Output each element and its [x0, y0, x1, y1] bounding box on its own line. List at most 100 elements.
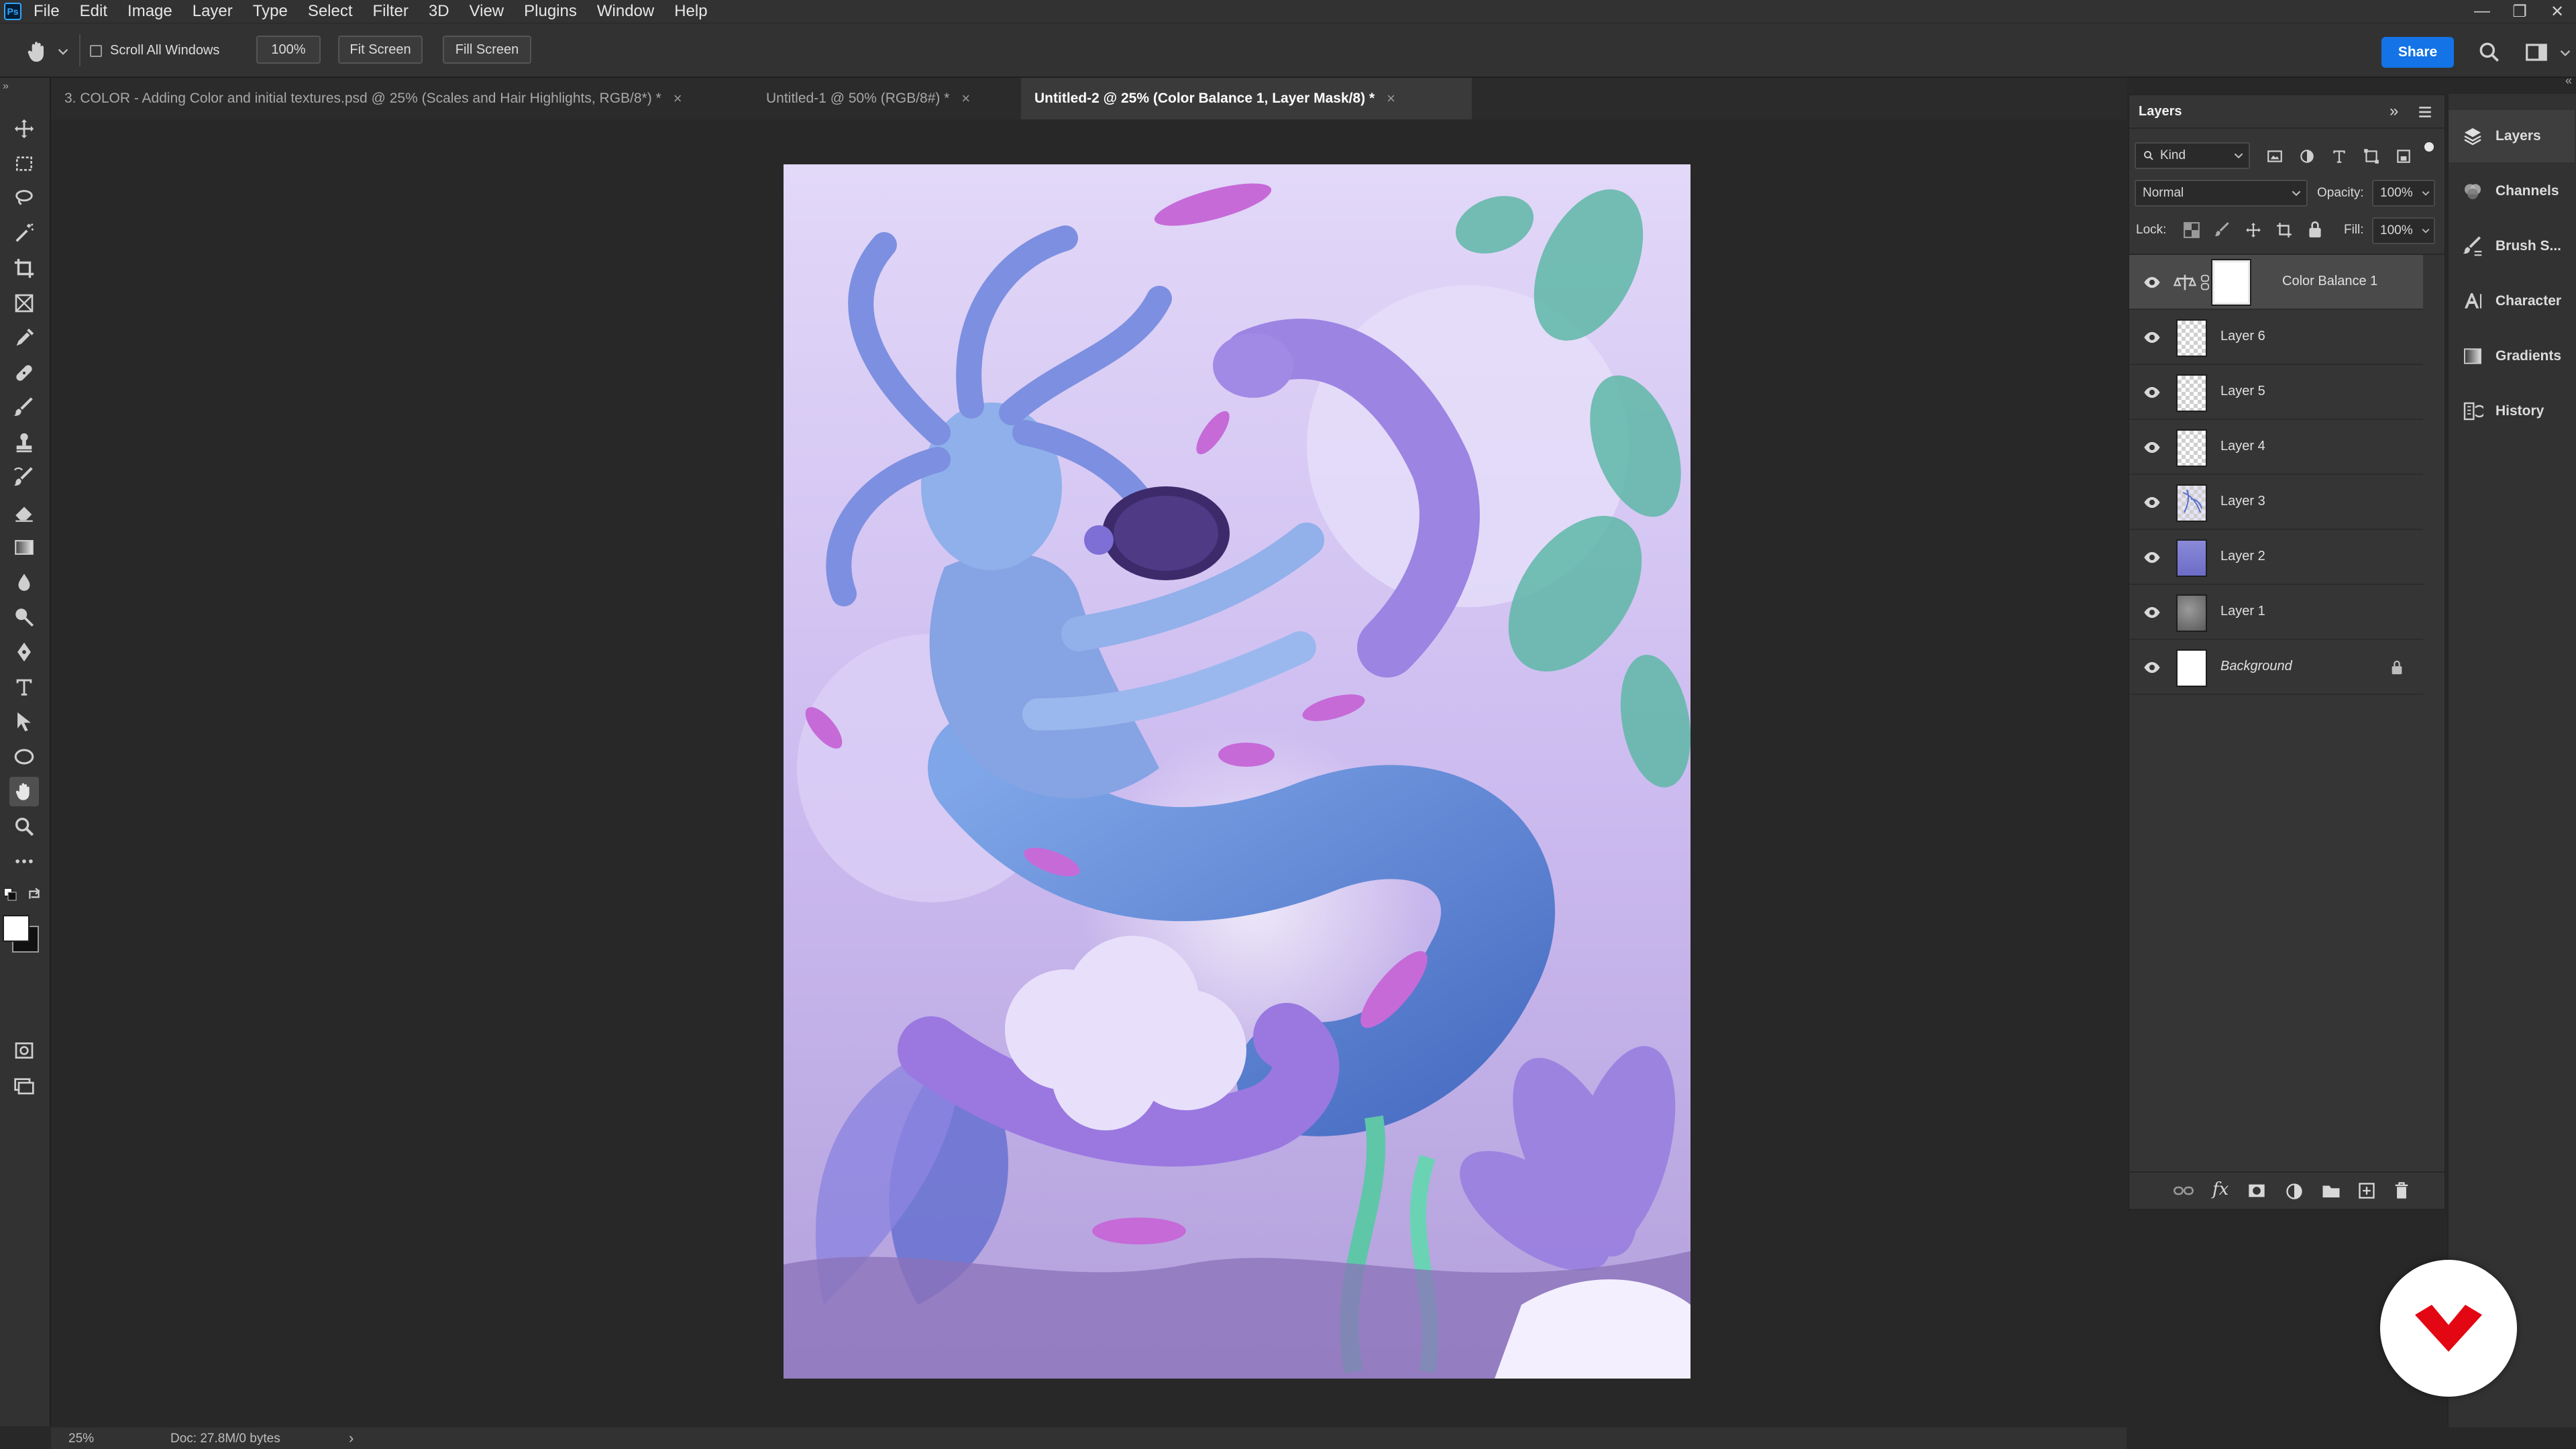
collapse-dock-icon[interactable]: «: [2565, 74, 2572, 88]
layer-row-layer-5[interactable]: Layer 5: [2129, 365, 2423, 420]
scroll-all-windows-checkbox[interactable]: [90, 45, 102, 57]
eraser-tool-icon[interactable]: [9, 498, 39, 527]
eyedropper-tool-icon[interactable]: [9, 323, 39, 353]
marquee-tool-icon[interactable]: [9, 149, 39, 178]
lock-all-icon[interactable]: [2306, 220, 2324, 239]
layer-row-color-balance-1[interactable]: Color Balance 1: [2129, 255, 2423, 310]
workspace-chevron-icon[interactable]: [2560, 48, 2571, 58]
ellipse-tool-icon[interactable]: [9, 742, 39, 771]
zoom-tool-icon[interactable]: [9, 812, 39, 841]
layer-row-layer-3[interactable]: Layer 3: [2129, 475, 2423, 530]
filter-kind-select[interactable]: Kind: [2135, 142, 2250, 169]
link-layers-icon[interactable]: [2174, 1182, 2194, 1199]
eye-visibility-icon[interactable]: [2143, 273, 2161, 292]
gradient-tool-icon[interactable]: [9, 533, 39, 562]
share-button[interactable]: Share: [2381, 37, 2454, 68]
close-tab-icon[interactable]: ×: [1387, 90, 1395, 107]
pen-tool-icon[interactable]: [9, 637, 39, 667]
healing-brush-tool-icon[interactable]: [9, 358, 39, 388]
frame-tool-icon[interactable]: [9, 288, 39, 318]
layer-row-layer-4[interactable]: Layer 4: [2129, 420, 2423, 475]
menu-select[interactable]: Select: [308, 2, 353, 21]
layer-row-layer-2[interactable]: Layer 2: [2129, 530, 2423, 585]
layer-row-layer-1[interactable]: Layer 1: [2129, 585, 2423, 640]
eye-visibility-icon[interactable]: [2143, 603, 2161, 622]
default-colors-icon[interactable]: [4, 888, 17, 902]
menu-window[interactable]: Window: [597, 2, 654, 21]
lock-pixels-icon[interactable]: [2214, 221, 2231, 239]
dock-item-gradients[interactable]: Gradients: [2449, 330, 2575, 382]
magic-wand-tool-icon[interactable]: [9, 219, 39, 248]
dock-item-layers[interactable]: Layers: [2449, 110, 2575, 162]
lock-icon[interactable]: [2390, 659, 2404, 676]
quick-mask-icon[interactable]: [9, 1036, 39, 1065]
more-tools-icon[interactable]: [9, 847, 39, 876]
zoom-100-button[interactable]: 100%: [256, 36, 321, 64]
fill-screen-button[interactable]: Fill Screen: [443, 36, 531, 64]
menu-layer[interactable]: Layer: [193, 2, 233, 21]
mask-link-icon[interactable]: [2200, 274, 2210, 291]
history-brush-tool-icon[interactable]: [9, 463, 39, 492]
lasso-tool-icon[interactable]: [9, 184, 39, 213]
dodge-tool-icon[interactable]: [9, 602, 39, 632]
move-tool-icon[interactable]: [9, 114, 39, 144]
layers-panel-title[interactable]: Layers: [2139, 104, 2182, 119]
filter-adjustment-icon[interactable]: [2298, 148, 2316, 165]
lock-transparent-icon[interactable]: [2183, 221, 2200, 239]
fill-input[interactable]: 100%: [2372, 217, 2435, 244]
zoom-level[interactable]: 25%: [68, 1432, 94, 1446]
tab-color-psd[interactable]: 3. COLOR - Adding Color and initial text…: [51, 78, 753, 119]
brush-tool-icon[interactable]: [9, 393, 39, 423]
new-adjustment-layer-icon[interactable]: [2285, 1182, 2304, 1201]
blend-mode-select[interactable]: Normal: [2135, 180, 2308, 207]
menu-type[interactable]: Type: [253, 2, 288, 21]
new-layer-icon[interactable]: [2357, 1181, 2376, 1200]
search-icon[interactable]: [2477, 40, 2502, 65]
tab-untitled-2[interactable]: Untitled-2 @ 25% (Color Balance 1, Layer…: [1021, 78, 1472, 119]
eye-visibility-icon[interactable]: [2143, 548, 2161, 567]
tab-untitled-1[interactable]: Untitled-1 @ 50% (RGB/8#) * ×: [753, 78, 1021, 119]
crop-tool-icon[interactable]: [9, 254, 39, 283]
menu-edit[interactable]: Edit: [80, 2, 107, 21]
lock-artboard-icon[interactable]: [2275, 221, 2293, 239]
collapse-panel-icon[interactable]: »: [2390, 102, 2398, 121]
collapse-toolbar-icon[interactable]: »: [3, 80, 9, 93]
opacity-input[interactable]: 100%: [2372, 180, 2435, 207]
hand-tool-preset-icon[interactable]: [24, 38, 51, 65]
layer-row-layer-6[interactable]: Layer 6: [2129, 310, 2423, 365]
close-window-icon[interactable]: ✕: [2538, 2, 2576, 21]
chevron-down-icon[interactable]: [58, 46, 68, 57]
filter-toggle-icon[interactable]: [2424, 142, 2434, 152]
dock-item-brush-settings[interactable]: Brush S...: [2449, 220, 2575, 272]
menu-3d[interactable]: 3D: [429, 2, 449, 21]
add-mask-icon[interactable]: [2247, 1182, 2266, 1199]
type-tool-icon[interactable]: [9, 672, 39, 702]
dock-item-character[interactable]: Character: [2449, 275, 2575, 327]
document-canvas[interactable]: [784, 164, 1690, 1379]
foreground-color-swatch[interactable]: [3, 915, 30, 942]
dock-item-history[interactable]: History: [2449, 385, 2575, 437]
lock-position-icon[interactable]: [2245, 221, 2262, 239]
menu-plugins[interactable]: Plugins: [524, 2, 577, 21]
eye-visibility-icon[interactable]: [2143, 493, 2161, 512]
restore-icon[interactable]: ❐: [2501, 2, 2538, 21]
workspace-icon[interactable]: [2524, 40, 2549, 65]
delete-layer-icon[interactable]: [2392, 1181, 2411, 1201]
layer-mask-thumbnail[interactable]: [2211, 259, 2251, 306]
new-group-icon[interactable]: [2321, 1182, 2341, 1199]
blur-tool-icon[interactable]: [9, 568, 39, 597]
swap-colors-icon[interactable]: [27, 887, 42, 902]
path-selection-tool-icon[interactable]: [9, 707, 39, 737]
eye-visibility-icon[interactable]: [2143, 658, 2161, 677]
eye-visibility-icon[interactable]: [2143, 383, 2161, 402]
filter-shape-icon[interactable]: [2363, 148, 2380, 165]
eye-visibility-icon[interactable]: [2143, 328, 2161, 347]
layer-row-background[interactable]: Background: [2129, 640, 2423, 695]
fit-screen-button[interactable]: Fit Screen: [338, 36, 423, 64]
filter-smart-object-icon[interactable]: [2395, 148, 2412, 165]
eye-visibility-icon[interactable]: [2143, 438, 2161, 457]
close-tab-icon[interactable]: ×: [674, 90, 682, 107]
filter-type-icon[interactable]: [2330, 148, 2348, 165]
menu-view[interactable]: View: [470, 2, 504, 21]
hand-tool-icon[interactable]: [9, 777, 39, 806]
